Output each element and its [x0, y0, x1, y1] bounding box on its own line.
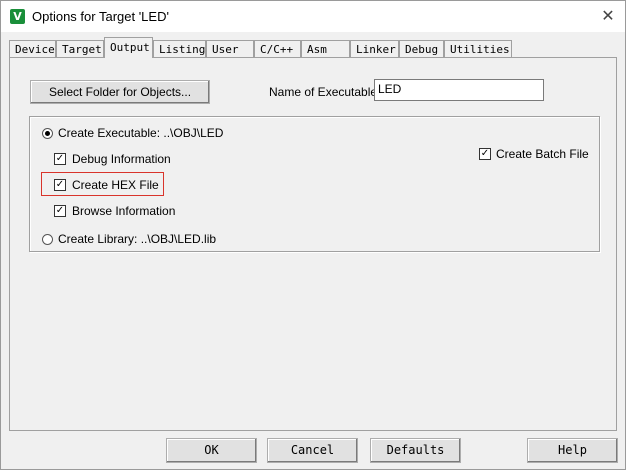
- defaults-button[interactable]: Defaults: [370, 438, 461, 463]
- output-tab-page: Select Folder for Objects... Name of Exe…: [9, 57, 617, 431]
- tab-c-cpp[interactable]: C/C++: [254, 40, 301, 57]
- executable-name-input[interactable]: LED: [374, 79, 544, 101]
- tab-user[interactable]: User: [206, 40, 254, 57]
- output-options-group: Create Executable: ..\OBJ\LED ✓ Debug In…: [29, 116, 600, 252]
- create-executable-label: Create Executable: ..\OBJ\LED: [58, 126, 224, 140]
- select-folder-button[interactable]: Select Folder for Objects...: [30, 80, 210, 104]
- tab-target[interactable]: Target: [56, 40, 104, 57]
- create-hex-checkbox[interactable]: ✓: [54, 179, 66, 191]
- keil-uvision-icon: V: [10, 9, 25, 24]
- window-title: Options for Target 'LED': [32, 9, 169, 24]
- create-library-radio[interactable]: [42, 234, 53, 245]
- executable-name-label: Name of Executable:: [269, 85, 381, 99]
- debug-information-label: Debug Information: [72, 152, 171, 166]
- create-executable-radio[interactable]: [42, 128, 53, 139]
- cancel-button[interactable]: Cancel: [267, 438, 358, 463]
- title-bar[interactable]: V Options for Target 'LED' ✕: [1, 1, 625, 32]
- tab-debug[interactable]: Debug: [399, 40, 444, 57]
- browse-information-label: Browse Information: [72, 204, 176, 218]
- tab-utilities[interactable]: Utilities: [444, 40, 512, 57]
- browse-information-checkbox[interactable]: ✓: [54, 205, 66, 217]
- tab-asm[interactable]: Asm: [301, 40, 350, 57]
- create-batch-checkbox[interactable]: ✓: [479, 148, 491, 160]
- tab-linker[interactable]: Linker: [350, 40, 399, 57]
- create-batch-label: Create Batch File: [496, 147, 589, 161]
- tab-device[interactable]: Device: [9, 40, 56, 57]
- help-button[interactable]: Help: [527, 438, 618, 463]
- debug-information-checkbox[interactable]: ✓: [54, 153, 66, 165]
- create-hex-label: Create HEX File: [72, 178, 159, 192]
- tab-listing[interactable]: Listing: [153, 40, 206, 57]
- ok-button[interactable]: OK: [166, 438, 257, 463]
- options-dialog: V Options for Target 'LED' ✕ Device Targ…: [0, 0, 626, 470]
- create-library-label: Create Library: ..\OBJ\LED.lib: [58, 232, 217, 246]
- close-icon[interactable]: ✕: [597, 6, 619, 26]
- tab-output[interactable]: Output: [104, 37, 153, 58]
